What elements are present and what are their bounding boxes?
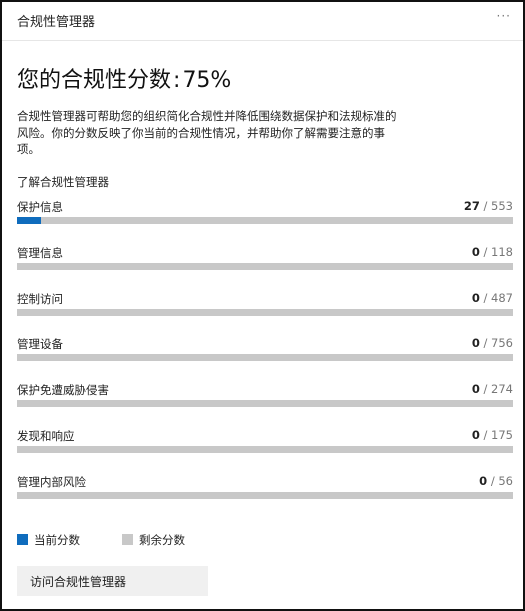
category-current-score: 0 — [471, 291, 480, 305]
visit-compliance-manager-button[interactable]: 访问合规性管理器 — [17, 566, 208, 596]
category-progress-bar — [17, 263, 513, 270]
legend-remaining-label: 剩余分数 — [139, 533, 185, 547]
category-score-separator: / — [479, 291, 492, 305]
legend-current: 当前分数 — [17, 532, 80, 548]
category-score: 0 / 274 — [472, 382, 513, 396]
category-progress-bar — [17, 492, 513, 499]
category-progress-bar — [17, 446, 513, 453]
category-total-score: 175 — [491, 428, 513, 442]
category-score: 0 / 118 — [472, 245, 513, 259]
category-label: 管理设备 — [17, 337, 63, 351]
category-current-score: 0 — [471, 245, 480, 259]
category-progress-bar — [17, 217, 513, 224]
compliance-card: 合规性管理器 ··· 您的合规性分数:75% 合规性管理器可帮助您的组织简化合规… — [0, 0, 525, 611]
category-total-score: 553 — [491, 199, 513, 213]
remaining-score-swatch — [122, 534, 133, 545]
category-score-separator: / — [487, 474, 499, 488]
score-value: 75% — [182, 68, 232, 93]
more-options-icon[interactable]: ··· — [497, 9, 511, 23]
category-label: 保护信息 — [17, 200, 63, 214]
description-text: 合规性管理器可帮助您的组织简化合规性并降低围绕数据保护和法规标准的风险。你的分数… — [17, 109, 397, 156]
category-score-separator: / — [479, 245, 492, 259]
current-score-swatch — [17, 534, 28, 545]
category-score: 0 / 56 — [479, 474, 513, 488]
category-score: 0 / 487 — [472, 291, 513, 305]
category-score: 0 / 175 — [472, 428, 513, 442]
category-total-score: 118 — [491, 245, 513, 259]
category-current-score: 0 — [471, 428, 480, 442]
category-score: 0 / 756 — [472, 336, 513, 350]
category-label: 管理内部风险 — [17, 475, 86, 489]
learn-link[interactable]: 了解合规性管理器 — [17, 174, 109, 190]
category-total-score: 756 — [491, 336, 513, 350]
category-current-score: 0 — [471, 336, 480, 350]
category-progress-bar — [17, 354, 513, 361]
category-score-separator: / — [479, 382, 492, 396]
compliance-score: 您的合规性分数:75% — [17, 62, 231, 94]
category-progress-bar — [17, 309, 513, 316]
category-current-score: 0 — [479, 474, 488, 488]
category-progress-bar — [17, 400, 513, 407]
category-label: 保护免遭威胁侵害 — [17, 383, 109, 397]
category-label: 控制访问 — [17, 292, 63, 306]
category-total-score: 274 — [491, 382, 513, 396]
category-current-score: 27 — [463, 199, 480, 213]
score-label: 您的合规性分数 — [17, 68, 172, 93]
category-score-separator: / — [479, 428, 492, 442]
category-score-separator: / — [479, 199, 492, 213]
category-progress-fill — [17, 217, 42, 224]
category-current-score: 0 — [471, 382, 480, 396]
score-separator: : — [173, 68, 181, 93]
category-label: 发现和响应 — [17, 429, 75, 443]
card-header: 合规性管理器 ··· — [2, 2, 523, 41]
legend-current-label: 当前分数 — [34, 533, 80, 547]
category-label: 管理信息 — [17, 246, 63, 260]
category-total-score: 487 — [491, 291, 513, 305]
category-score: 27 / 553 — [464, 199, 513, 213]
legend-remaining: 剩余分数 — [122, 532, 185, 548]
card-title: 合规性管理器 — [17, 15, 96, 30]
category-score-separator: / — [479, 336, 492, 350]
category-total-score: 56 — [498, 474, 513, 488]
